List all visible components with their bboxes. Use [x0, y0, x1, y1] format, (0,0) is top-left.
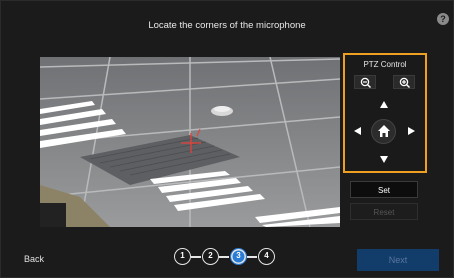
step-connector [247, 256, 257, 258]
zoom-out-icon [360, 77, 372, 89]
pan-down-button[interactable] [380, 156, 388, 163]
camera-view[interactable] [40, 57, 340, 227]
zoom-in-icon [399, 77, 411, 89]
pan-left-button[interactable] [354, 127, 361, 135]
next-button[interactable]: Next [357, 249, 439, 271]
home-button[interactable] [371, 119, 396, 144]
back-button[interactable]: Back [24, 254, 44, 264]
ptz-control-panel: PTZ Control [343, 53, 427, 173]
step-2: 2 [202, 248, 219, 265]
step-3-current: 3 [230, 248, 247, 265]
step-4: 4 [258, 248, 275, 265]
pan-right-button[interactable] [408, 127, 415, 135]
pan-up-button[interactable] [380, 101, 388, 108]
reset-button[interactable]: Reset [350, 203, 418, 220]
step-indicator: 1 2 3 4 [174, 248, 294, 268]
page-title: Locate the corners of the microphone [148, 20, 306, 31]
zoom-in-button[interactable] [393, 75, 415, 89]
help-icon[interactable]: ? [437, 13, 449, 25]
step-connector [191, 256, 201, 258]
step-connector [219, 256, 229, 258]
home-icon [378, 125, 390, 137]
ptz-title: PTZ Control [363, 60, 407, 69]
set-button[interactable]: Set [350, 181, 418, 198]
zoom-out-button[interactable] [354, 75, 376, 89]
step-1: 1 [174, 248, 191, 265]
